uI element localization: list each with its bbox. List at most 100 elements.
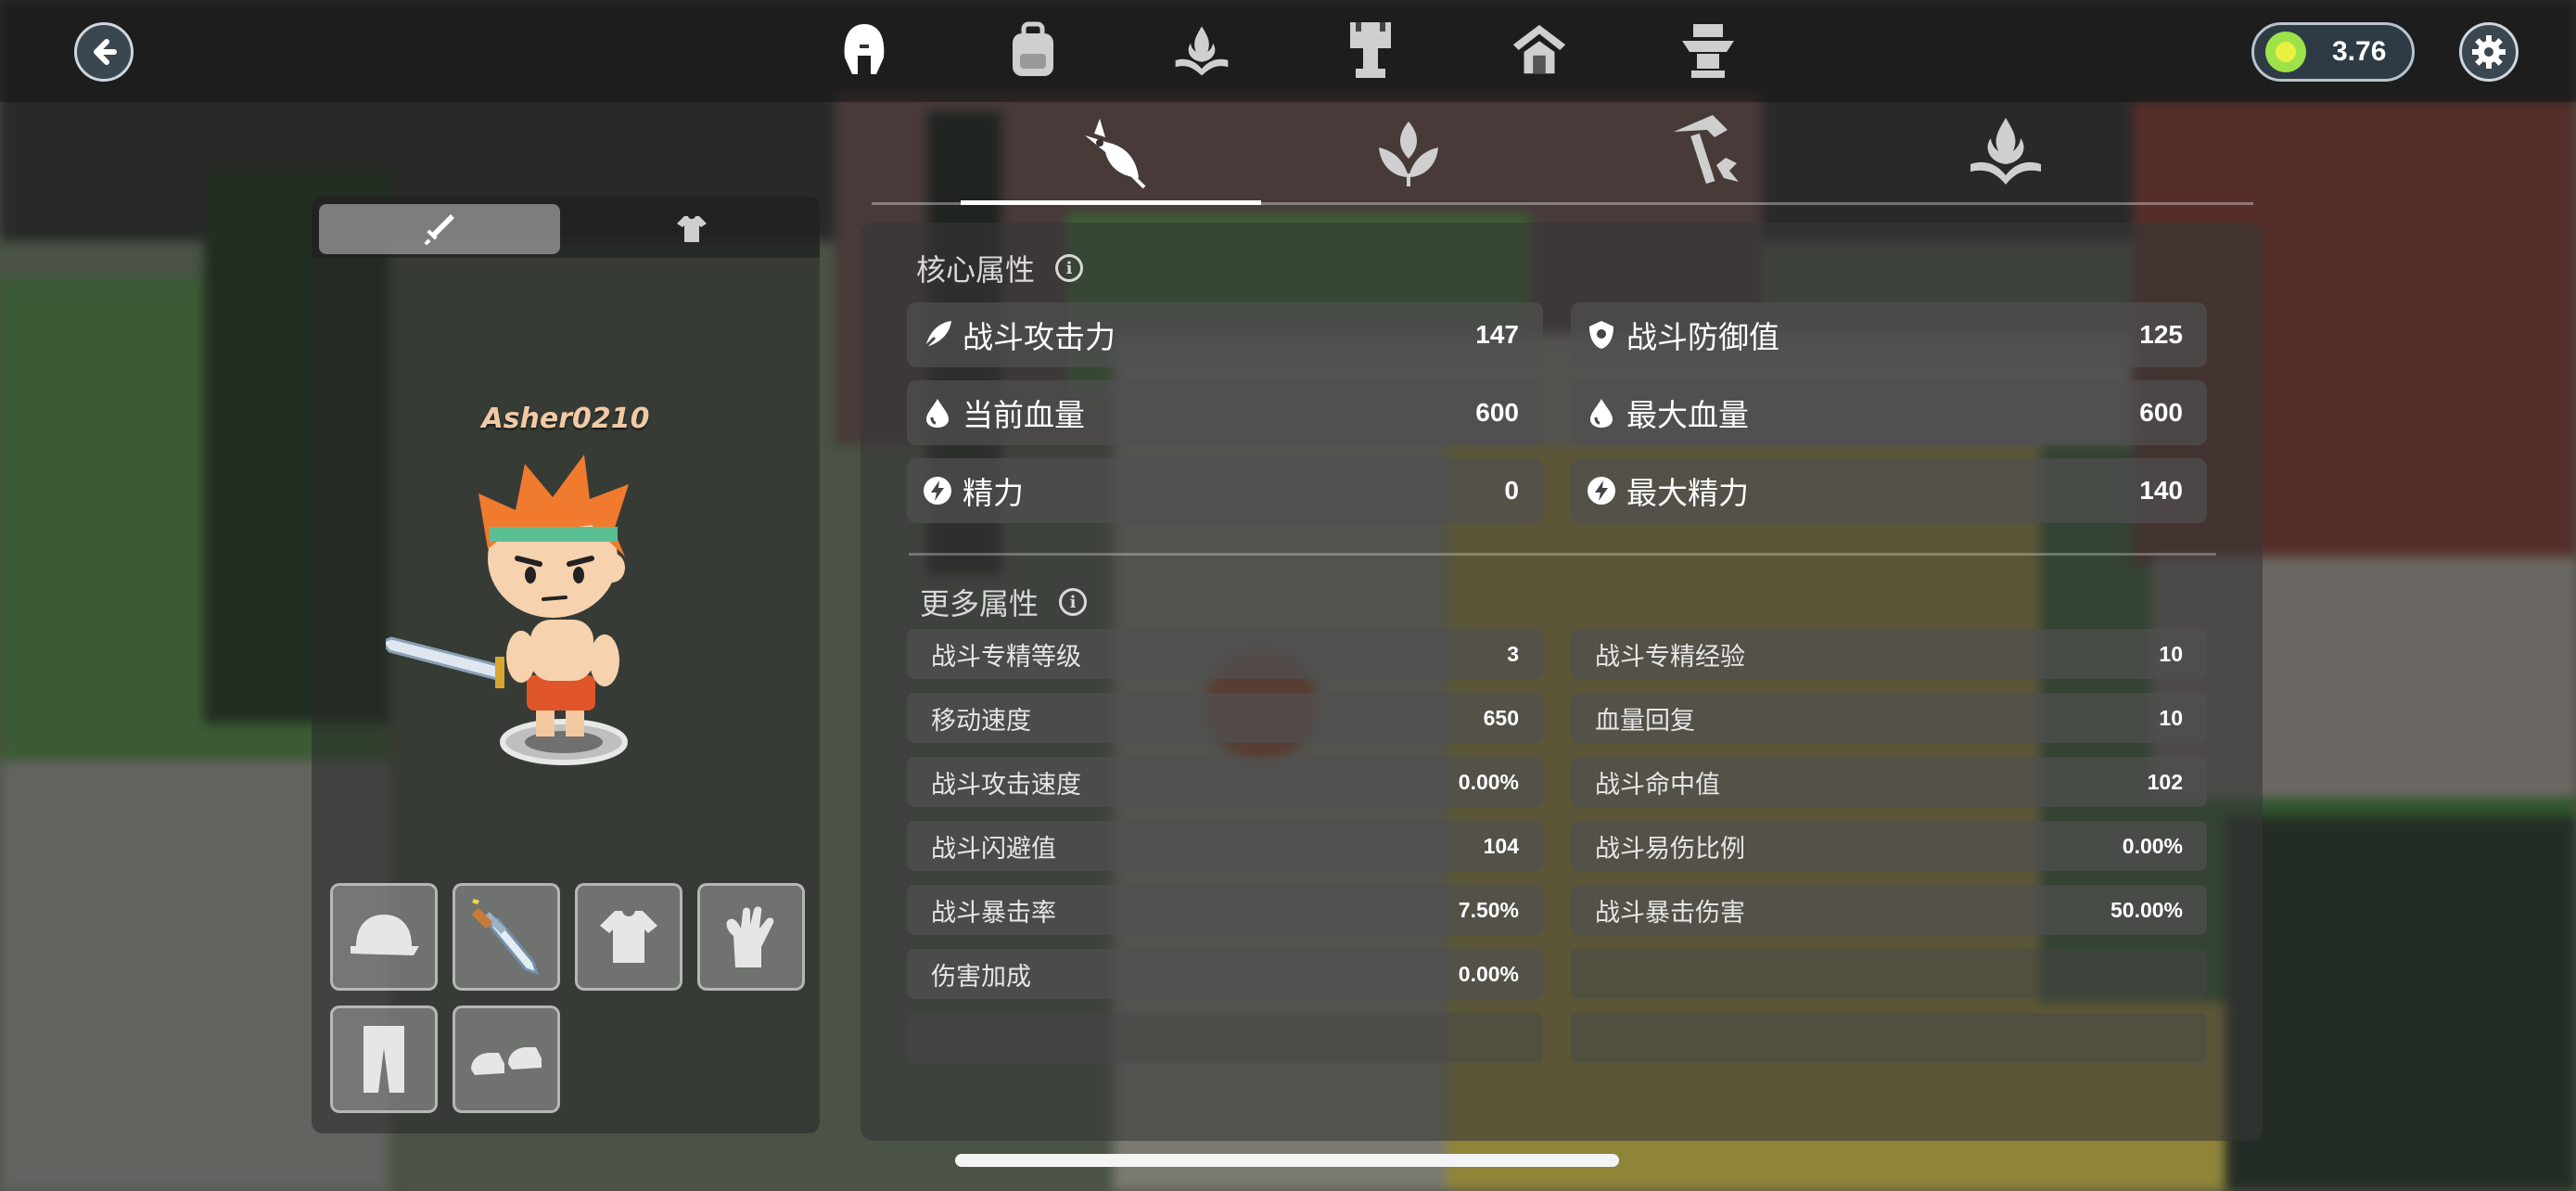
more-attribute-value: 0.00%	[1458, 961, 1519, 986]
more-attributes-header: 更多属性 i	[920, 581, 1088, 623]
attribute-category-tabs	[872, 102, 2253, 206]
shoes-icon	[471, 1047, 542, 1075]
equip-slot-weapon[interactable]	[453, 883, 560, 991]
top-menu-icons	[835, 17, 1738, 83]
coin-icon	[2265, 32, 2306, 72]
more-attribute-value: 10	[2159, 705, 2183, 730]
sword-icon	[424, 214, 454, 246]
tab-weapon-view[interactable]	[319, 204, 560, 254]
back-arrow-icon	[94, 39, 117, 65]
core-attribute-row: 最大血量 600	[1571, 380, 2207, 445]
blood-drop-icon	[922, 397, 953, 429]
more-attribute-row: 战斗命中值 102	[1571, 757, 2207, 807]
core-attribute-value: 147	[1475, 320, 1519, 349]
more-attributes-title: 更多属性	[920, 586, 1039, 621]
equip-slot-legs[interactable]	[330, 1005, 438, 1113]
more-attribute-value: 0.00%	[1458, 769, 1519, 794]
core-attribute-row: 战斗攻击力 147	[907, 302, 1543, 367]
more-attribute-row: 战斗闪避值 104	[907, 821, 1543, 871]
currency-display[interactable]: 3.76	[2251, 22, 2415, 82]
player-character[interactable]	[386, 438, 664, 772]
settings-button[interactable]	[2459, 22, 2519, 82]
info-icon[interactable]: i	[1055, 254, 1084, 282]
tab-magic[interactable]	[1856, 102, 2155, 204]
totem-icon[interactable]	[1678, 17, 1738, 83]
more-attribute-row: 战斗攻击速度 0.00%	[907, 757, 1543, 807]
core-attribute-row: 战斗防御值 125	[1571, 302, 2207, 367]
core-attribute-value: 140	[2139, 476, 2183, 505]
more-attribute-row: 战斗暴击伤害 50.00%	[1571, 885, 2207, 935]
core-attribute-label: 最大精力	[1626, 475, 1749, 511]
more-attribute-value: 104	[1483, 833, 1519, 858]
more-attribute-value: 0.00%	[2122, 833, 2183, 858]
more-attribute-label: 战斗专精等级	[931, 642, 1081, 672]
currency-value: 3.76	[2332, 36, 2387, 67]
tab-crafting[interactable]	[1558, 102, 1856, 204]
more-attribute-label: 战斗专精经验	[1595, 642, 1745, 672]
shield-icon	[1586, 319, 1617, 351]
flame-icon	[1970, 118, 2041, 185]
feather-icon	[922, 319, 953, 351]
hammer-icon	[1674, 115, 1739, 185]
more-attribute-label: 战斗攻击速度	[931, 770, 1081, 800]
backpack-icon[interactable]	[1003, 17, 1063, 83]
core-attribute-row: 当前血量 600	[907, 380, 1543, 445]
more-attribute-value: 50.00%	[2110, 897, 2183, 922]
core-attribute-row: 最大精力 140	[1571, 458, 2207, 523]
more-attribute-row: 血量回复 10	[1571, 693, 2207, 743]
home-indicator[interactable]	[955, 1154, 1619, 1167]
core-attribute-label: 战斗防御值	[1626, 319, 1779, 355]
info-icon[interactable]: i	[1059, 588, 1088, 616]
tab-outfit-view[interactable]	[571, 204, 812, 254]
core-attribute-row: 精力 0	[907, 458, 1543, 523]
top-bar: 3.76	[0, 0, 2576, 102]
more-attribute-label: 战斗暴击伤害	[1595, 898, 1745, 928]
empty-attribute-row	[907, 1013, 1543, 1063]
more-attribute-label: 血量回复	[1595, 706, 1695, 736]
core-attribute-label: 最大血量	[1626, 397, 1749, 433]
tab-combat[interactable]	[961, 102, 1259, 204]
more-attribute-row: 战斗专精等级 3	[907, 629, 1543, 679]
more-attribute-row: 战斗易伤比例 0.00%	[1571, 821, 2207, 871]
more-attribute-value: 10	[2159, 641, 2183, 666]
back-button[interactable]	[74, 22, 134, 82]
core-attribute-label: 当前血量	[963, 397, 1085, 433]
more-attribute-label: 战斗命中值	[1595, 770, 1720, 800]
more-attribute-row: 伤害加成 0.00%	[907, 949, 1543, 999]
emblem-icon[interactable]	[1510, 17, 1569, 83]
section-divider	[909, 553, 2216, 556]
sword-icon	[471, 899, 540, 976]
more-attribute-label: 伤害加成	[931, 962, 1031, 992]
more-attribute-value: 7.50%	[1458, 897, 1519, 922]
shirt-icon	[677, 216, 707, 242]
pants-icon	[363, 1026, 404, 1093]
more-attribute-value: 102	[2147, 769, 2183, 794]
equip-slot-hands[interactable]	[697, 883, 805, 991]
helmet-icon[interactable]	[835, 17, 894, 83]
more-attribute-row: 移动速度 650	[907, 693, 1543, 743]
core-attributes-title: 核心属性	[916, 252, 1036, 288]
empty-attribute-row	[1571, 949, 2207, 999]
equip-slot-body[interactable]	[575, 883, 682, 991]
more-attribute-row: 战斗暴击率 7.50%	[907, 885, 1543, 935]
cap-icon	[351, 915, 419, 955]
blood-drop-icon	[1586, 397, 1617, 429]
more-attribute-value: 650	[1483, 705, 1519, 730]
equip-slot-head[interactable]	[330, 883, 438, 991]
character-panel: Asher0210	[312, 197, 820, 1133]
more-attribute-label: 战斗易伤比例	[1595, 834, 1745, 864]
core-attribute-label: 战斗攻击力	[963, 319, 1116, 355]
lightning-icon	[1586, 475, 1617, 506]
flame-book-icon[interactable]	[1172, 17, 1231, 83]
tab-gathering[interactable]	[1259, 102, 1558, 204]
equip-slot-feet[interactable]	[453, 1005, 560, 1113]
banner-icon[interactable]	[1341, 17, 1400, 83]
glove-icon	[726, 906, 774, 967]
shirt-icon	[600, 911, 657, 963]
gear-icon	[2472, 35, 2506, 69]
empty-attribute-row	[1571, 1013, 2207, 1063]
more-attribute-label: 移动速度	[931, 706, 1031, 736]
core-attributes-header: 核心属性 i	[916, 247, 1084, 289]
more-attribute-value: 3	[1507, 641, 1519, 666]
character-panel-tabs	[312, 197, 820, 258]
